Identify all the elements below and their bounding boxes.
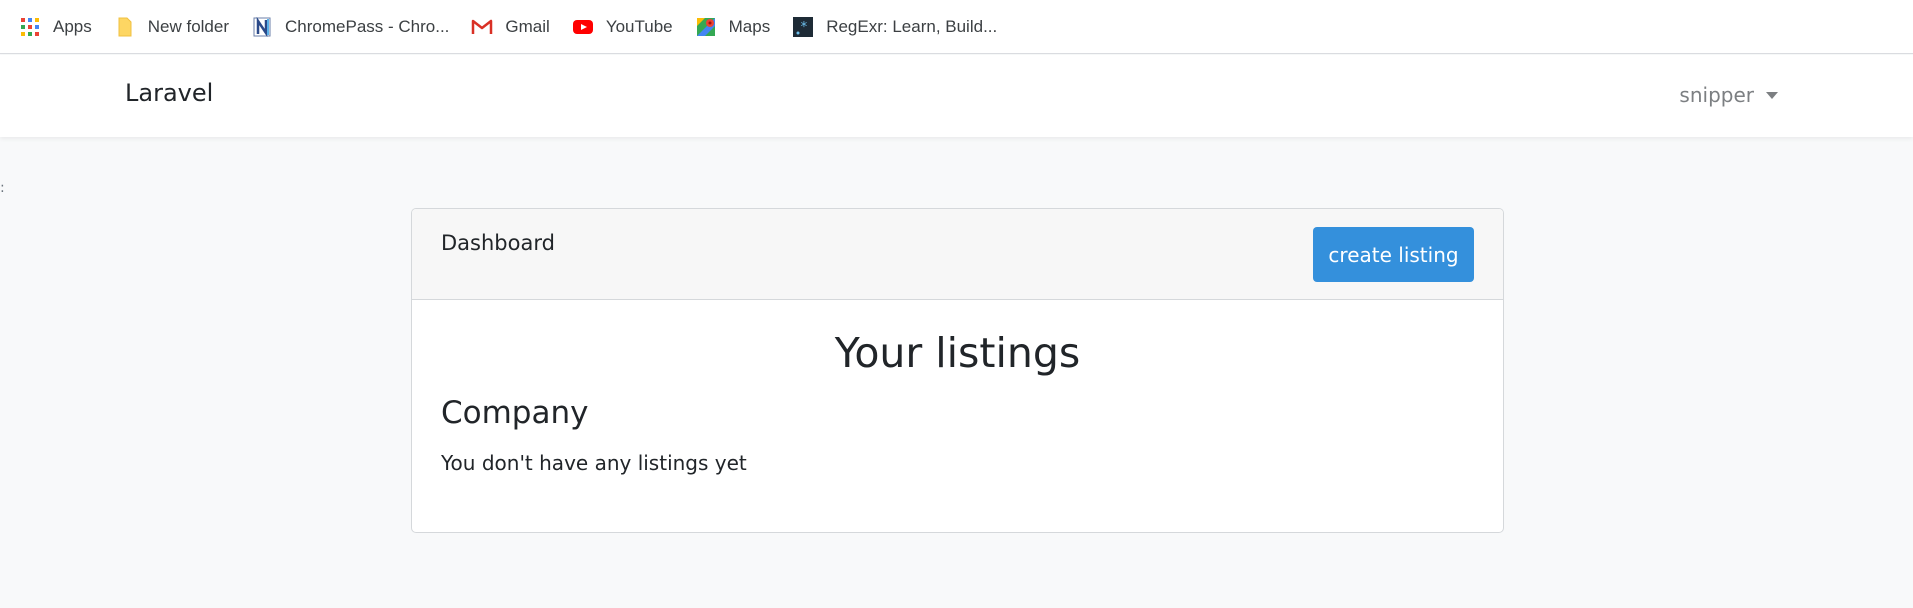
scroll-edge-marker: : [0,180,5,196]
user-name: snipper [1679,83,1754,107]
empty-listings-message: You don't have any listings yet [441,451,747,475]
chromepass-icon [253,16,271,37]
maps-icon [696,17,715,36]
bookmark-label: ChromePass - Chro... [285,16,450,36]
bookmark-chromepass[interactable]: ChromePass - Chro... [251,11,449,43]
bookmark-label: Apps [53,16,92,36]
bookmark-label: New folder [147,16,230,36]
apps-grid-icon [21,17,39,36]
company-heading: Company [441,395,589,431]
caret-down-icon [1766,91,1778,99]
gmail-icon [472,19,493,34]
bookmark-label: Maps [728,16,771,36]
bookmark-label: RegExr: Learn, Build... [826,16,998,36]
youtube-icon [572,19,593,34]
folder-icon [118,17,132,36]
bookmark-gmail[interactable]: Gmail [471,11,550,43]
brand-link[interactable]: Laravel [125,79,213,107]
create-listing-button[interactable]: create listing [1313,227,1474,282]
bookmark-regexr[interactable]: * RegExr: Learn, Build... [792,11,997,43]
user-dropdown[interactable]: snipper [1679,83,1778,107]
bookmark-youtube[interactable]: YouTube [572,11,673,43]
listings-heading: Your listings [834,329,1081,377]
bookmark-label: Gmail [505,16,550,36]
card-header: Dashboard create listing [412,209,1503,300]
bookmarks-bar: Apps New folder ChromePass - Chro... Gma… [0,0,1913,54]
bookmark-apps[interactable]: Apps [19,11,92,43]
top-navbar: Laravel snipper [0,55,1913,137]
bookmark-new-folder[interactable]: New folder [114,11,229,43]
regexr-icon: * [793,16,814,37]
card-title: Dashboard [441,231,555,255]
bookmark-maps[interactable]: Maps [695,11,771,43]
bookmark-label: YouTube [605,16,673,36]
dashboard-card: Dashboard create listing Your listings C… [411,208,1504,533]
svg-text:*: * [800,20,808,35]
